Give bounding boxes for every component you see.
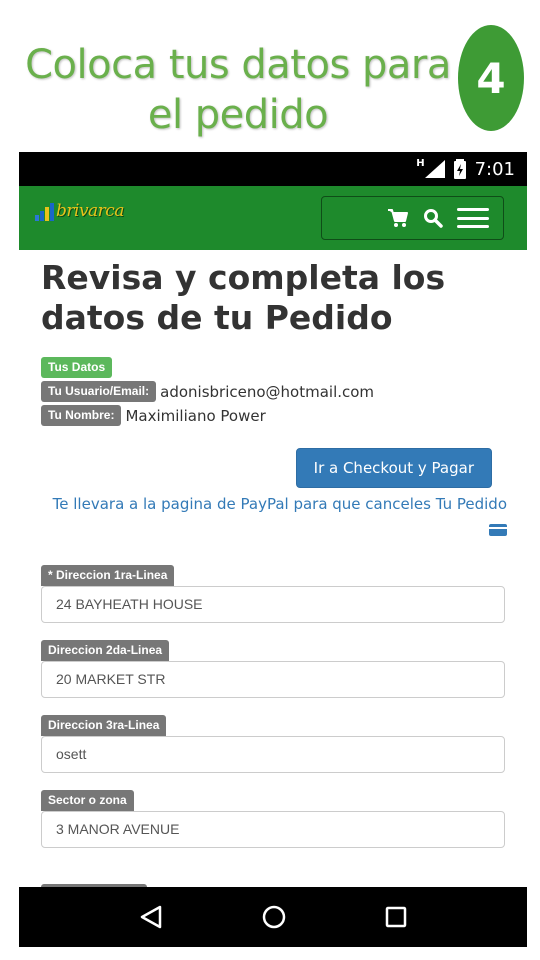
logo-text: brivarca [56,201,124,221]
status-bar: H 7:01 [19,152,527,186]
signal-icon [424,160,445,178]
user-email-label: Tu Usuario/Email: [41,381,157,402]
field-label: Direccion 3ra-Linea [41,715,167,736]
credit-card-icon [489,523,507,536]
cart-icon[interactable] [387,208,409,228]
battery-icon [453,159,466,179]
user-name-label: Tu Nombre: [41,405,122,426]
search-icon[interactable] [423,208,443,228]
network-type: H [416,158,425,169]
logo-bars-icon [35,203,54,221]
back-icon[interactable] [138,905,164,929]
direccion-2-input[interactable]: 20 MARKET STR [41,661,505,698]
android-navbar [19,887,527,947]
paypal-note[interactable]: Te llevara a la pagina de PayPal para qu… [41,492,507,542]
recents-icon[interactable] [384,905,408,929]
main-content: Revisa y completa los datos de tu Pedido… [41,250,507,848]
step-badge: 4 [458,25,524,131]
field-label: Direccion 2da-Linea [41,640,170,661]
home-icon[interactable] [261,904,287,930]
nav-actions [321,196,504,240]
brand-logo[interactable]: brivarca [35,201,124,221]
sector-input[interactable]: 3 MANOR AVENUE [41,811,505,848]
address-form: * Direccion 1ra-Linea 24 BAYHEATH HOUSE … [41,564,507,848]
field-label: * Direccion 1ra-Linea [41,565,175,586]
field-direccion-2: Direccion 2da-Linea 20 MARKET STR [41,639,507,698]
slide-title: Coloca tus datos para el pedido [25,42,451,138]
section-label-tus-datos: Tus Datos [41,357,113,378]
user-email-row: Tu Usuario/Email: adonisbriceno@hotmail.… [41,381,507,402]
field-direccion-1: * Direccion 1ra-Linea 24 BAYHEATH HOUSE [41,564,507,623]
direccion-1-input[interactable]: 24 BAYHEATH HOUSE [41,586,505,623]
clock: 7:01 [474,158,515,180]
user-email-value: adonisbriceno@hotmail.com [160,382,375,401]
phone-screen: H 7:01 brivarca Revisa y completa los da… [19,152,527,947]
checkout-area: Ir a Checkout y Pagar [41,448,507,488]
page-title: Revisa y completa los datos de tu Pedido [41,258,446,337]
top-navbar: brivarca [19,186,527,250]
user-name-row: Tu Nombre: Maximiliano Power [41,405,507,426]
direccion-3-input[interactable]: osett [41,736,505,773]
field-sector: Sector o zona 3 MANOR AVENUE [41,789,507,848]
field-label: Sector o zona [41,790,134,811]
paypal-note-text: Te llevara a la pagina de PayPal para qu… [52,495,507,513]
user-name-value: Maximiliano Power [125,406,266,425]
menu-icon[interactable] [457,208,489,228]
field-direccion-3: Direccion 3ra-Linea osett [41,714,507,773]
checkout-button[interactable]: Ir a Checkout y Pagar [295,448,492,488]
